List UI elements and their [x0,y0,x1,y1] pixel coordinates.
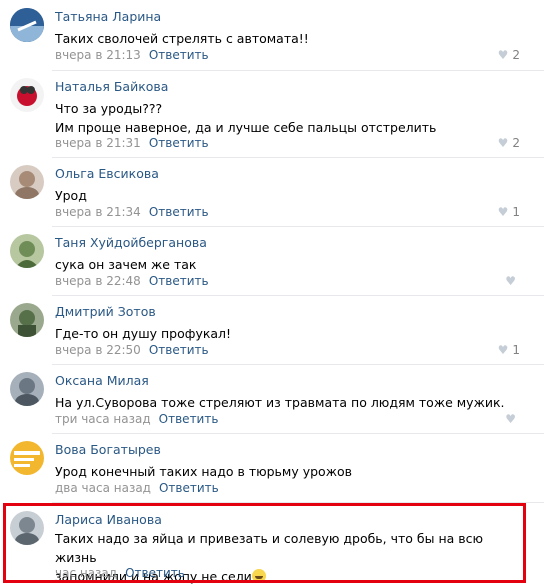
avatar-image [10,8,44,42]
heart-icon: ♥ [497,343,509,357]
avatar[interactable] [10,441,44,475]
like-button[interactable]: ♥ [505,412,520,426]
avatar-image [10,372,44,406]
avatar[interactable] [10,165,44,199]
comment-item: Вова Богатырев Урод конечный таких надо … [0,433,528,503]
avatar[interactable] [10,234,44,268]
highlight-box [3,503,526,583]
comment-item: Дмитрий Зотов Где-то он душу профукал! в… [0,295,528,365]
heart-icon: ♥ [497,205,509,219]
comment-item: Оксана Милая На ул.Суворова тоже стреляю… [0,364,528,434]
comment-text: Что за уроды??? Им проще наверное, да и … [55,99,525,137]
comment-text: Урод конечный таких надо в тюрьму урожов [55,464,352,479]
like-button[interactable]: ♥ 1 [498,205,520,219]
avatar[interactable] [10,78,44,112]
comment-text: сука он зачем же так [55,257,197,272]
avatar-image [10,303,44,337]
comment-time[interactable]: три часа назад [55,412,151,426]
like-button[interactable]: ♥ 2 [498,48,520,62]
comment-item: Ольга Евсикова Урод вчера в 21:34 Ответит… [0,157,528,227]
comment-meta: два часа назад Ответить [55,481,219,495]
avatar-image [10,78,44,112]
reply-button[interactable]: Ответить [159,412,219,426]
comment-meta: вчера в 21:13 Ответить [55,48,209,62]
comment-author[interactable]: Оксана Милая [55,373,149,388]
comment-text: На ул.Суворова тоже стреляют из травмата… [55,395,505,410]
comment-text-line: Им проще наверное, да и лучше себе пальц… [55,120,437,135]
like-count: 1 [512,205,520,219]
avatar-image [10,165,44,199]
avatar[interactable] [10,303,44,337]
comment-meta: вчера в 22:50 Ответить [55,343,209,357]
comment-time[interactable]: вчера в 21:13 [55,48,141,62]
comment-meta: вчера в 21:31 Ответить [55,136,209,150]
reply-button[interactable]: Ответить [149,205,209,219]
reply-button[interactable]: Ответить [149,136,209,150]
like-count: 2 [512,48,520,62]
comment-author[interactable]: Татьяна Ларина [55,9,161,24]
comment-author[interactable]: Ольга Евсикова [55,166,159,181]
comment-text: Где-то он душу профукал! [55,326,232,341]
comment-meta: вчера в 22:48 Ответить [55,274,209,288]
comment-text-line: Что за уроды??? [55,101,163,116]
like-button[interactable]: ♥ 1 [498,343,520,357]
heart-icon: ♥ [505,274,516,288]
reply-button[interactable]: Ответить [159,481,219,495]
comment-author[interactable]: Таня Хуйдойберганова [55,235,207,250]
comment-time[interactable]: вчера в 21:31 [55,136,141,150]
comment-author[interactable]: Наталья Байкова [55,79,168,94]
reply-button[interactable]: Ответить [149,343,209,357]
reply-button[interactable]: Ответить [149,274,209,288]
heart-icon: ♥ [505,412,516,426]
comment-time[interactable]: вчера в 21:34 [55,205,141,219]
comment-text: Урод [55,188,87,203]
like-button[interactable]: ♥ 2 [498,136,520,150]
avatar-image [10,234,44,268]
heart-icon: ♥ [497,136,509,150]
reply-button[interactable]: Ответить [149,48,209,62]
avatar[interactable] [10,8,44,42]
comment-time[interactable]: два часа назад [55,481,151,495]
comment-text: Таких сволочей стрелять с автомата!! [55,31,309,46]
comment-time[interactable]: вчера в 22:50 [55,343,141,357]
heart-icon: ♥ [497,48,509,62]
comment-meta: три часа назад Ответить [55,412,218,426]
like-count: 1 [512,343,520,357]
comment-author[interactable]: Дмитрий Зотов [55,304,156,319]
comment-item: Таня Хуйдойберганова сука он зачем же та… [0,226,528,296]
like-count: 2 [512,136,520,150]
comment-item: Татьяна Ларина Таких сволочей стрелять с… [0,0,528,70]
avatar[interactable] [10,372,44,406]
like-button[interactable]: ♥ [505,274,520,288]
comment-meta: вчера в 21:34 Ответить [55,205,209,219]
avatar-image [10,441,44,475]
comment-author[interactable]: Вова Богатырев [55,442,161,457]
comment-item: Наталья Байкова Что за уроды??? Им проще… [0,70,528,158]
comment-time[interactable]: вчера в 22:48 [55,274,141,288]
